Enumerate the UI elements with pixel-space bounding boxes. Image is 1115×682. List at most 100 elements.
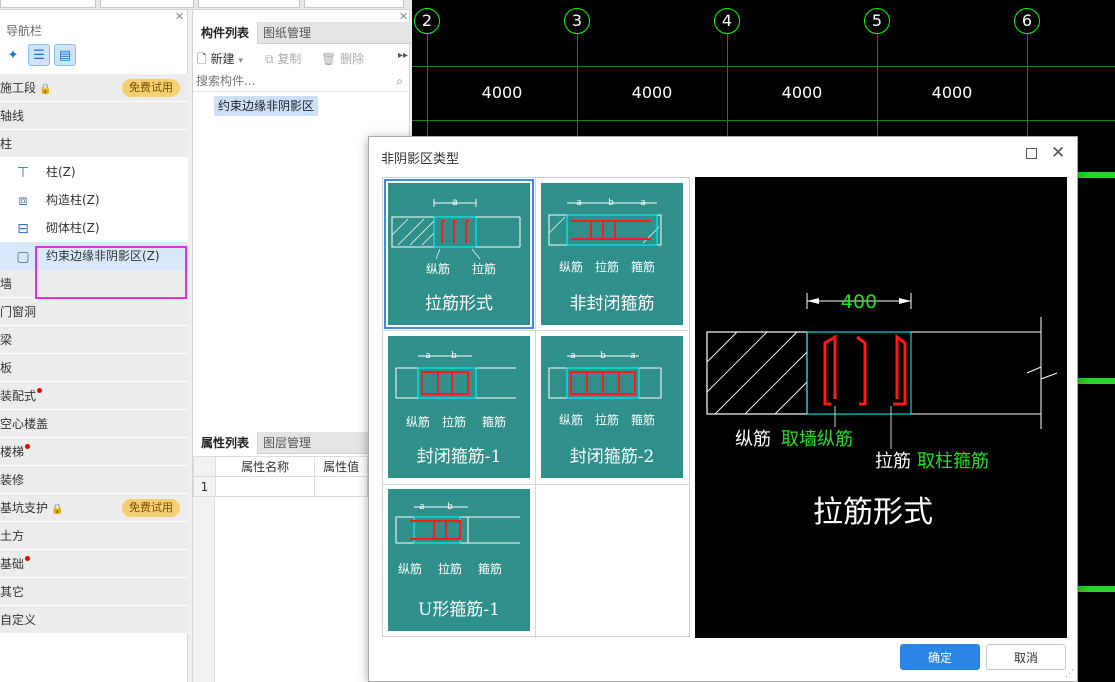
nav-item-label: 梁 [0,333,13,347]
lock-icon: 🔒 [51,504,64,515]
close-icon[interactable]: ✕ [175,10,184,23]
option-label: 非封闭箍筋 [569,294,655,314]
tab-layer-management[interactable]: 图层管理 [255,432,319,454]
search-input[interactable] [193,72,383,90]
list-view-icon[interactable]: ☰ [28,44,50,66]
close-icon[interactable]: ✕ [1051,143,1065,163]
option-closed-stirrup-1[interactable]: a b 纵筋 拉筋 箍筋 封闭箍筋-1 [388,336,530,478]
new-file-icon: 🗋 [197,52,207,66]
option-u-stirrup-1[interactable]: a b 纵筋 拉筋 箍筋 U形箍筋-1 [388,489,530,631]
option-tie-bar-form[interactable]: a 纵筋 拉筋 拉筋形式 [384,179,534,329]
more-icon[interactable]: ▸▸ [398,50,408,61]
cancel-button[interactable]: 取消 [986,644,1066,670]
nav-sub-item[interactable]: ⊟ 砌体柱(Z) [0,214,188,242]
edge-zone-icon: ▢ [16,249,30,265]
nav-item-label: 柱 [0,137,13,151]
nav-sub-item[interactable]: ▢ 约束边缘非阴影区(Z) [0,242,188,270]
column-icon: ⊤ [16,165,30,181]
nav-category[interactable]: 施工段 🔒 免费试用 [0,74,188,102]
top-toolbar-strip [0,0,412,10]
sparkle-icon[interactable]: ✦ [2,44,24,66]
nav-item-label: 柱(Z) [46,165,76,179]
nav-item-label: 约束边缘非阴影区(Z) [46,249,160,263]
table-cell[interactable] [214,476,316,497]
nav-category[interactable]: 基础 [0,550,188,578]
list-item[interactable]: 约束边缘非阴影区 [214,96,319,116]
toolbar-field[interactable] [304,0,404,8]
navigation-panel: ✕ 导航栏 ✦ ☰ ▤ 施工段 🔒 免费试用 轴线柱 ⊤ 柱(Z) ⧈ 构造柱(Z) ⊟ 砌体柱(… [0,10,188,682]
closed-stirrup-1-diagram: a b 纵筋 拉筋 箍筋 [395,351,516,429]
nav-item-label: 墙 [0,277,13,291]
toolbar-field[interactable] [198,0,300,8]
ok-button[interactable]: 确定 [900,644,980,670]
copy-button[interactable]: ⧉ 复制 [265,50,301,67]
dialog-title: 非阴影区类型 [381,152,460,167]
nav-category[interactable]: 基坑支护 🔒 免费试用 [0,494,188,522]
nav-category[interactable]: 自定义 [0,606,188,634]
svg-text:b: b [600,351,606,361]
nav-category[interactable]: 柱 [0,130,188,158]
search-icon[interactable]: ⌕ [396,74,403,89]
resize-grip-icon[interactable]: ⋰ [1065,669,1074,679]
nav-category[interactable]: 梁 [0,326,188,354]
option-closed-stirrup-2[interactable]: a b a 纵筋 拉筋 箍筋 封闭箍筋-2 [541,336,683,478]
axis-label: 3 [564,8,590,34]
svg-text:a: a [419,502,425,512]
structural-column-icon: ⧈ [18,193,28,209]
nav-item-label: 砌体柱(Z) [46,221,100,235]
option-open-stirrup[interactable]: a b a 纵筋 拉筋 箍筋 非封闭箍筋 [541,183,683,325]
nav-category[interactable]: 门窗洞 [0,298,188,326]
nav-category[interactable]: 装配式 [0,382,188,410]
table-row[interactable]: 1 [193,476,368,497]
new-button[interactable]: 🗋 新建 ▾ [197,50,243,71]
span-dimension: 4000 [481,83,523,102]
tab-property-list[interactable]: 属性列表 [193,432,259,454]
option-sub-label: 纵筋 [406,414,430,429]
delete-button[interactable]: 🗑 删除 [321,50,364,67]
span-dimension: 4000 [781,83,823,102]
nav-item-label: 其它 [0,585,25,599]
axis-label: 5 [864,8,890,34]
nav-category[interactable]: 楼梯 [0,438,188,466]
notification-dot [37,388,43,393]
toolbar-field[interactable] [0,0,96,8]
nav-sub-item[interactable]: ⊤ 柱(Z) [0,158,188,186]
preview-diagram: 400 纵筋 取墙纵筋 拉筋 取柱箍筋 拉筋形式 [706,291,1058,530]
tab-component-list[interactable]: 构件列表 [193,22,259,44]
option-label: 封闭箍筋-1 [416,447,502,467]
axis-label: 4 [714,8,740,34]
nav-category[interactable]: 墙 [0,270,188,298]
nav-category[interactable]: 装修 [0,466,188,494]
detail-view-icon[interactable]: ▤ [54,44,76,66]
nav-category[interactable]: 板 [0,354,188,382]
svg-text:a: a [452,197,458,208]
open-stirrup-diagram: a b a 纵筋 拉筋 箍筋 [548,198,662,274]
nav-title: 导航栏 [6,24,43,38]
nav-item-label: 施工段 [0,81,37,95]
nav-category[interactable]: 轴线 [0,102,188,130]
svg-text:a: a [630,351,636,361]
tab-drawing-management[interactable]: 图纸管理 [255,22,319,44]
nav-item-label: 楼梯 [0,445,25,459]
table-cell[interactable] [314,476,368,497]
free-trial-badge[interactable]: 免费试用 [122,499,180,517]
notification-dot [25,444,31,449]
nav-sub-item[interactable]: ⧈ 构造柱(Z) [0,186,188,214]
option-sub-label: 箍筋 [631,412,655,427]
maximize-icon[interactable] [1026,148,1037,159]
nav-category[interactable]: 土方 [0,522,188,550]
table-corner [193,456,216,477]
nav-item-label: 板 [0,361,13,375]
chevron-down-icon[interactable]: ▾ [238,56,243,66]
nav-category[interactable]: 其它 [0,578,188,606]
svg-text:a: a [576,198,582,208]
masonry-column-icon: ⊟ [17,221,29,237]
component-search: ⌕ [193,72,409,92]
toolbar-field[interactable] [100,0,194,8]
free-trial-badge[interactable]: 免费试用 [122,79,180,97]
nav-category[interactable]: 空心楼盖 [0,410,188,438]
column-header: 属性名称 [214,456,316,477]
nav-item-label: 基础 [0,557,25,571]
option-sub-label: 箍筋 [631,259,655,274]
copy-icon: ⧉ [265,52,274,66]
